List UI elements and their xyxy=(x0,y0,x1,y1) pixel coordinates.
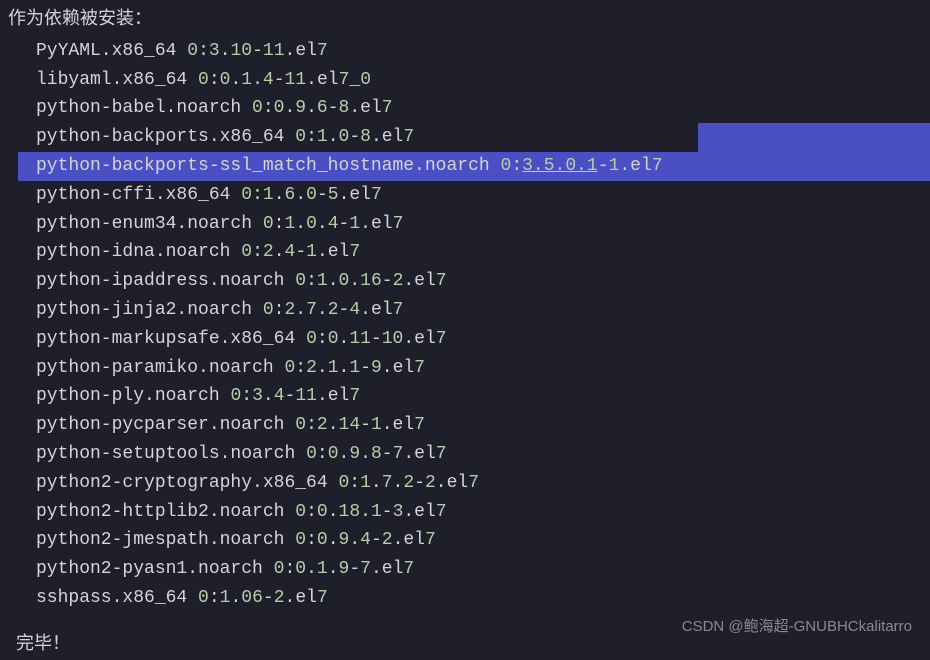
package-row: python2-httplib2.noarch 0:0.18.1-3.el7 xyxy=(8,498,930,527)
package-text: PyYAML.x86_64 0:3.10-11.el7 xyxy=(8,37,930,66)
package-row: python-enum34.noarch 0:1.0.4-1.el7 xyxy=(8,210,930,239)
package-row: python-paramiko.noarch 0:2.1.1-9.el7 xyxy=(8,354,930,383)
package-row: python2-cryptography.x86_64 0:1.7.2-2.el… xyxy=(8,469,930,498)
package-text: python-backports-ssl_match_hostname.noar… xyxy=(8,152,930,181)
package-row: python-markupsafe.x86_64 0:0.11-10.el7 xyxy=(8,325,930,354)
package-text: python-pycparser.noarch 0:2.14-1.el7 xyxy=(8,411,930,440)
selection-strip xyxy=(698,123,930,152)
package-row: PyYAML.x86_64 0:3.10-11.el7 xyxy=(8,37,930,66)
package-text: libyaml.x86_64 0:0.1.4-11.el7_0 xyxy=(8,66,930,95)
package-row: libyaml.x86_64 0:0.1.4-11.el7_0 xyxy=(8,66,930,95)
package-text: python-babel.noarch 0:0.9.6-8.el7 xyxy=(8,94,930,123)
package-text: python-setuptools.noarch 0:0.9.8-7.el7 xyxy=(8,440,930,469)
package-text: python-jinja2.noarch 0:2.7.2-4.el7 xyxy=(8,296,930,325)
package-row: python-pycparser.noarch 0:2.14-1.el7 xyxy=(8,411,930,440)
package-text: python-markupsafe.x86_64 0:0.11-10.el7 xyxy=(8,325,930,354)
package-text: python-ipaddress.noarch 0:1.0.16-2.el7 xyxy=(8,267,930,296)
package-row: python-idna.noarch 0:2.4-1.el7 xyxy=(8,238,930,267)
csdn-watermark: CSDN @鲍海超-GNUBHCkalitarro xyxy=(682,615,912,639)
package-row: python2-jmespath.noarch 0:0.9.4-2.el7 xyxy=(8,526,930,555)
package-row: sshpass.x86_64 0:1.06-2.el7 xyxy=(8,584,930,613)
package-text: sshpass.x86_64 0:1.06-2.el7 xyxy=(8,584,930,613)
package-row: python-backports-ssl_match_hostname.noar… xyxy=(8,152,930,181)
package-row: python2-pyasn1.noarch 0:0.1.9-7.el7 xyxy=(8,555,930,584)
package-text: python-ply.noarch 0:3.4-11.el7 xyxy=(8,382,930,411)
deps-header: 作为依赖被安装： xyxy=(8,6,930,35)
package-text: python2-pyasn1.noarch 0:0.1.9-7.el7 xyxy=(8,555,930,584)
package-text: python2-jmespath.noarch 0:0.9.4-2.el7 xyxy=(8,526,930,555)
package-text: python-paramiko.noarch 0:2.1.1-9.el7 xyxy=(8,354,930,383)
package-row: python-setuptools.noarch 0:0.9.8-7.el7 xyxy=(8,440,930,469)
package-list: PyYAML.x86_64 0:3.10-11.el7libyaml.x86_6… xyxy=(8,37,930,613)
package-text: python-enum34.noarch 0:1.0.4-1.el7 xyxy=(8,210,930,239)
package-row: python-ply.noarch 0:3.4-11.el7 xyxy=(8,382,930,411)
package-row: python-ipaddress.noarch 0:1.0.16-2.el7 xyxy=(8,267,930,296)
package-row: python-babel.noarch 0:0.9.6-8.el7 xyxy=(8,94,930,123)
package-text: python-cffi.x86_64 0:1.6.0-5.el7 xyxy=(8,181,930,210)
package-row: python-cffi.x86_64 0:1.6.0-5.el7 xyxy=(8,181,930,210)
package-text: python-idna.noarch 0:2.4-1.el7 xyxy=(8,238,930,267)
package-text: python2-cryptography.x86_64 0:1.7.2-2.el… xyxy=(8,469,930,498)
package-row: python-jinja2.noarch 0:2.7.2-4.el7 xyxy=(8,296,930,325)
package-row: python-backports.x86_64 0:1.0-8.el7 xyxy=(8,123,930,152)
package-text: python2-httplib2.noarch 0:0.18.1-3.el7 xyxy=(8,498,930,527)
